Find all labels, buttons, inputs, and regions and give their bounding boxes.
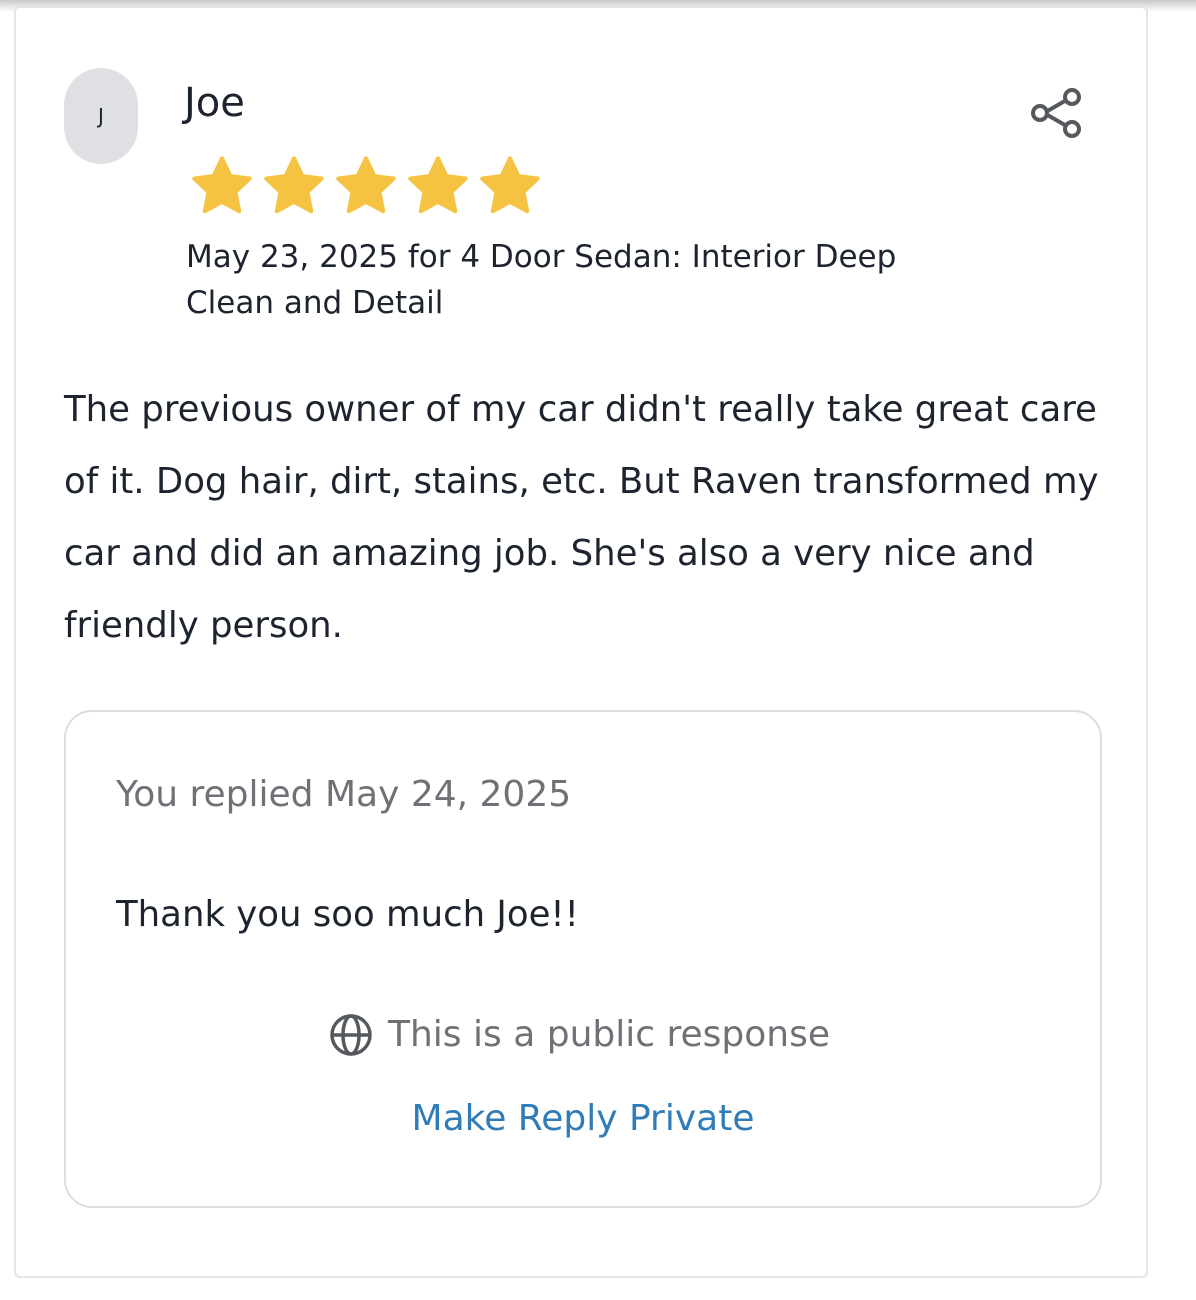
avatar-initial: J	[98, 104, 104, 128]
star-icon	[336, 156, 396, 214]
avatar: J	[64, 68, 138, 164]
reviewer-name: Joe	[184, 80, 245, 126]
visibility-label: This is a public response	[388, 1014, 830, 1055]
reply-text: Thank you soo much Joe!!	[116, 894, 579, 935]
visibility-row: This is a public response	[328, 1010, 830, 1060]
star-icon	[192, 156, 252, 214]
star-rating	[186, 152, 546, 222]
star-icon	[408, 156, 468, 214]
share-icon[interactable]	[1028, 84, 1086, 142]
make-reply-private-link[interactable]: Make Reply Private	[0, 1094, 1166, 1144]
star-icon	[480, 156, 540, 214]
review-body: The previous owner of my car didn't real…	[64, 389, 1099, 646]
globe-icon	[330, 1014, 372, 1056]
reply-date: You replied May 24, 2025	[116, 774, 572, 815]
star-icon	[264, 156, 324, 214]
review-meta: May 23, 2025 for 4 Door Sedan: Interior …	[186, 239, 897, 321]
